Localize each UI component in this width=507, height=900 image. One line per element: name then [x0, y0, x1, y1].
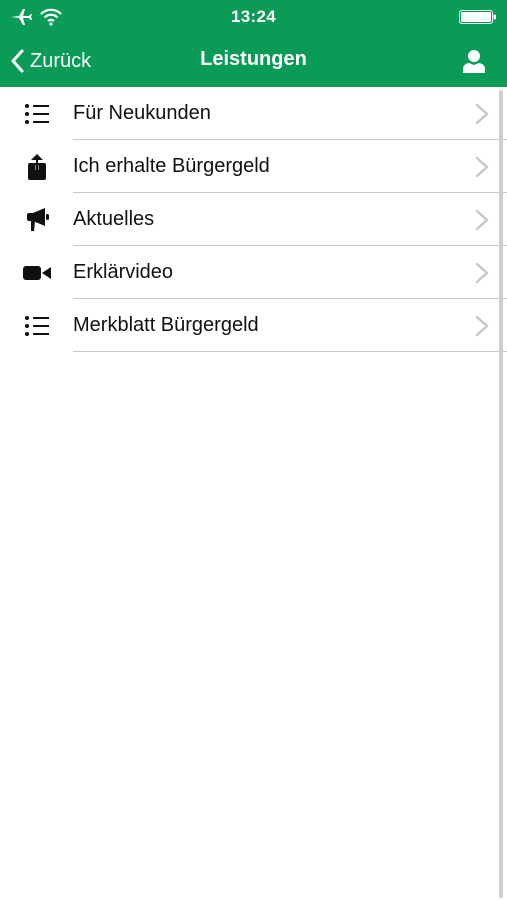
menu-item-aktuelles[interactable]: Aktuelles	[0, 193, 507, 246]
menu-list: Für Neukunden Ich erhalte Bürgergeld Akt…	[0, 87, 507, 352]
menu-item-erklaervideo[interactable]: Erklärvideo	[0, 246, 507, 299]
battery-icon	[459, 10, 496, 24]
app-screen: 13:24 Zurück Leistungen Für Neukunden Ic…	[0, 0, 507, 900]
chevron-right-icon	[475, 209, 489, 231]
chevron-right-icon	[475, 315, 489, 337]
menu-item-label: Ich erhalte Bürgergeld	[73, 155, 270, 177]
chevron-right-icon	[475, 262, 489, 284]
scrollbar[interactable]	[499, 90, 503, 898]
menu-item-label: Aktuelles	[73, 208, 155, 230]
megaphone-icon	[22, 207, 52, 233]
navigation-bar: Zurück Leistungen	[0, 34, 507, 87]
video-camera-icon	[22, 260, 52, 286]
menu-item-label: Merkblatt Bürgergeld	[73, 314, 259, 336]
chevron-right-icon	[475, 156, 489, 178]
chevron-right-icon	[475, 103, 489, 125]
menu-item-merkblatt-buergergeld[interactable]: Merkblatt Bürgergeld	[0, 299, 507, 352]
page-title: Leistungen	[200, 48, 307, 70]
menu-item-ich-erhalte-buergergeld[interactable]: Ich erhalte Bürgergeld	[0, 140, 507, 193]
menu-item-label: Erklärvideo	[73, 261, 174, 283]
user-icon[interactable]	[461, 48, 487, 74]
status-time: 13:24	[231, 7, 276, 26]
list-icon	[22, 101, 52, 127]
menu-item-label: Für Neukunden	[73, 102, 211, 124]
share-icon	[22, 154, 52, 180]
menu-item-fuer-neukunden[interactable]: Für Neukunden	[0, 87, 507, 140]
list-icon	[22, 313, 52, 339]
status-bar: 13:24	[0, 0, 507, 34]
